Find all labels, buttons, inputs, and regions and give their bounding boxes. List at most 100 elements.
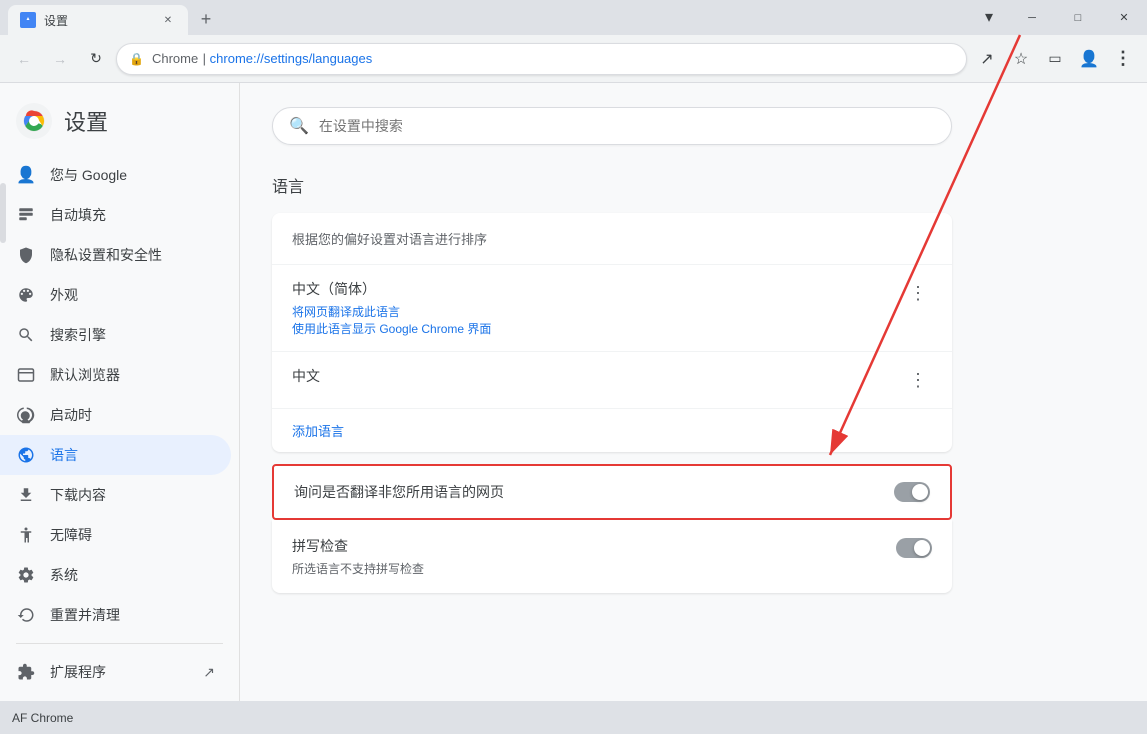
sidebar-item-reset[interactable]: 重置并清理 bbox=[0, 595, 231, 635]
languages-card: 根据您的偏好设置对语言进行排序 中文（简体） 将网页翻译成此语言 使用此语言显示… bbox=[272, 213, 952, 452]
tab-close-button[interactable]: ✕ bbox=[160, 12, 176, 28]
tab-list-button[interactable]: ▾ bbox=[973, 1, 1005, 33]
reset-icon bbox=[16, 605, 36, 625]
search-bar-icon: 🔍 bbox=[289, 116, 309, 136]
sidebar-label-reset: 重置并清理 bbox=[50, 605, 215, 625]
sidebar-item-accessibility[interactable]: 无障碍 bbox=[0, 515, 231, 555]
spellcheck-toggle-switch[interactable] bbox=[896, 538, 932, 558]
language-action1-0[interactable]: 将网页翻译成此语言 bbox=[292, 303, 491, 320]
sidebar-scrollbar-thumb bbox=[0, 183, 6, 243]
language-icon bbox=[16, 445, 36, 465]
sidebar-item-google[interactable]: 👤 您与 Google bbox=[0, 155, 231, 195]
language-more-button-0[interactable]: ⋮ bbox=[904, 279, 932, 307]
sidebar-logo: 设置 bbox=[0, 91, 239, 155]
translate-toggle-switch[interactable] bbox=[894, 482, 930, 502]
tab-favicon bbox=[20, 12, 36, 28]
back-button[interactable]: ← bbox=[8, 43, 40, 75]
address-text: Chrome | chrome://settings/languages bbox=[152, 50, 372, 68]
spellcheck-subtitle: 所选语言不支持拼写检查 bbox=[292, 560, 424, 577]
spellcheck-section: 拼写检查 所选语言不支持拼写检查 bbox=[272, 520, 952, 593]
sidebar-item-browser[interactable]: 默认浏览器 bbox=[0, 355, 231, 395]
language-info-0: 中文（简体） 将网页翻译成此语言 使用此语言显示 Google Chrome 界… bbox=[292, 279, 491, 337]
settings-search-input[interactable] bbox=[319, 118, 935, 134]
reload-button[interactable]: ↻ bbox=[80, 43, 112, 75]
sidebar-item-extensions[interactable]: 扩展程序 ↗ bbox=[0, 652, 231, 692]
sidebar-label-privacy: 隐私设置和安全性 bbox=[50, 245, 215, 265]
language-more-button-1[interactable]: ⋮ bbox=[904, 366, 932, 394]
minimize-button[interactable]: ─ bbox=[1009, 0, 1055, 35]
address-path: chrome://settings/languages bbox=[210, 51, 373, 66]
menu-button[interactable]: ⋮ bbox=[1107, 43, 1139, 75]
sidebar-app-title: 设置 bbox=[64, 105, 108, 137]
tab-strip: 设置 ✕ + bbox=[0, 0, 973, 35]
language-item-1: 中文 ⋮ bbox=[272, 352, 952, 409]
sidebar-item-search[interactable]: 搜索引擎 bbox=[0, 315, 231, 355]
address-bar[interactable]: 🔒 Chrome | chrome://settings/languages bbox=[116, 43, 967, 75]
lock-icon: 🔒 bbox=[129, 52, 144, 66]
language-item-0: 中文（简体） 将网页翻译成此语言 使用此语言显示 Google Chrome 界… bbox=[272, 265, 952, 352]
address-domain: Chrome bbox=[152, 51, 198, 66]
translate-toggle-row: 询问是否翻译非您所用语言的网页 bbox=[272, 464, 952, 520]
language-info-1: 中文 bbox=[292, 366, 320, 390]
sidebar-item-system[interactable]: 系统 bbox=[0, 555, 231, 595]
accessibility-icon bbox=[16, 525, 36, 545]
sidebar-item-autofill[interactable]: 自动填充 bbox=[0, 195, 231, 235]
search-icon bbox=[16, 325, 36, 345]
browser-icon bbox=[16, 365, 36, 385]
title-bar: 设置 ✕ + ▾ ─ □ ✕ bbox=[0, 0, 1147, 35]
window-controls: ─ □ ✕ bbox=[1009, 0, 1147, 35]
sidebar-label-browser: 默认浏览器 bbox=[50, 365, 215, 385]
language-item-header-0: 中文（简体） 将网页翻译成此语言 使用此语言显示 Google Chrome 界… bbox=[292, 279, 932, 337]
person-icon: 👤 bbox=[16, 165, 36, 185]
sidebar: 设置 👤 您与 Google 自动填充 隐私设置和安全性 外观 bbox=[0, 83, 240, 734]
bottom-bar-text: AF Chrome bbox=[12, 711, 73, 725]
language-item-header-1: 中文 ⋮ bbox=[292, 366, 932, 394]
profile-button[interactable]: 👤 bbox=[1073, 43, 1105, 75]
sidebar-item-privacy[interactable]: 隐私设置和安全性 bbox=[0, 235, 231, 275]
share-button[interactable]: ↗ bbox=[971, 43, 1003, 75]
language-name-0: 中文（简体） bbox=[292, 279, 491, 299]
maximize-button[interactable]: □ bbox=[1055, 0, 1101, 35]
palette-icon bbox=[16, 285, 36, 305]
bookmark-button[interactable]: ☆ bbox=[1005, 43, 1037, 75]
sidebar-item-startup[interactable]: 启动时 bbox=[0, 395, 231, 435]
sidebar-label-system: 系统 bbox=[50, 565, 215, 585]
sidebar-label-autofill: 自动填充 bbox=[50, 205, 215, 225]
language-action2-0[interactable]: 使用此语言显示 Google Chrome 界面 bbox=[292, 320, 491, 337]
nav-bar: ← → ↻ 🔒 Chrome | chrome://settings/langu… bbox=[0, 35, 1147, 83]
sidebar-label-search: 搜索引擎 bbox=[50, 325, 215, 345]
spellcheck-row: 拼写检查 所选语言不支持拼写检查 bbox=[272, 520, 952, 593]
sidebar-toggle-button[interactable]: ▭ bbox=[1039, 43, 1071, 75]
sidebar-label-downloads: 下载内容 bbox=[50, 485, 215, 505]
settings-icon bbox=[16, 565, 36, 585]
card-header: 根据您的偏好设置对语言进行排序 bbox=[272, 213, 952, 265]
sidebar-label-language: 语言 bbox=[50, 445, 215, 465]
nav-actions: ↗ ☆ ▭ 👤 ⋮ bbox=[971, 43, 1139, 75]
close-button[interactable]: ✕ bbox=[1101, 0, 1147, 35]
section-title: 语言 bbox=[272, 173, 1115, 197]
bottom-bar: AF Chrome bbox=[0, 701, 1147, 734]
power-icon bbox=[16, 405, 36, 425]
autofill-icon bbox=[16, 205, 36, 225]
add-language-link[interactable]: 添加语言 bbox=[272, 409, 952, 452]
active-tab[interactable]: 设置 ✕ bbox=[8, 5, 188, 35]
sidebar-divider bbox=[16, 643, 223, 644]
spellcheck-info: 拼写检查 所选语言不支持拼写检查 bbox=[292, 536, 424, 577]
translate-toggle-label: 询问是否翻译非您所用语言的网页 bbox=[294, 482, 504, 502]
language-name-1: 中文 bbox=[292, 366, 320, 386]
sidebar-label-startup: 启动时 bbox=[50, 405, 215, 425]
extensions-icon bbox=[16, 662, 36, 682]
sidebar-item-appearance[interactable]: 外观 bbox=[0, 275, 231, 315]
new-tab-button[interactable]: + bbox=[192, 5, 220, 33]
sidebar-item-language[interactable]: 语言 bbox=[0, 435, 231, 475]
sidebar-label-extensions: 扩展程序 bbox=[50, 662, 106, 682]
content-area: 🔍 语言 根据您的偏好设置对语言进行排序 中文（简体） 将网页翻译成此语言 使用… bbox=[240, 83, 1147, 734]
spellcheck-title: 拼写检查 bbox=[292, 536, 424, 556]
sidebar-label-appearance: 外观 bbox=[50, 285, 215, 305]
address-separator: | bbox=[203, 51, 210, 66]
settings-search-bar[interactable]: 🔍 bbox=[272, 107, 952, 145]
sidebar-item-downloads[interactable]: 下载内容 bbox=[0, 475, 231, 515]
external-link-icon: ↗ bbox=[203, 664, 215, 681]
main-layout: 设置 👤 您与 Google 自动填充 隐私设置和安全性 外观 bbox=[0, 83, 1147, 734]
forward-button[interactable]: → bbox=[44, 43, 76, 75]
